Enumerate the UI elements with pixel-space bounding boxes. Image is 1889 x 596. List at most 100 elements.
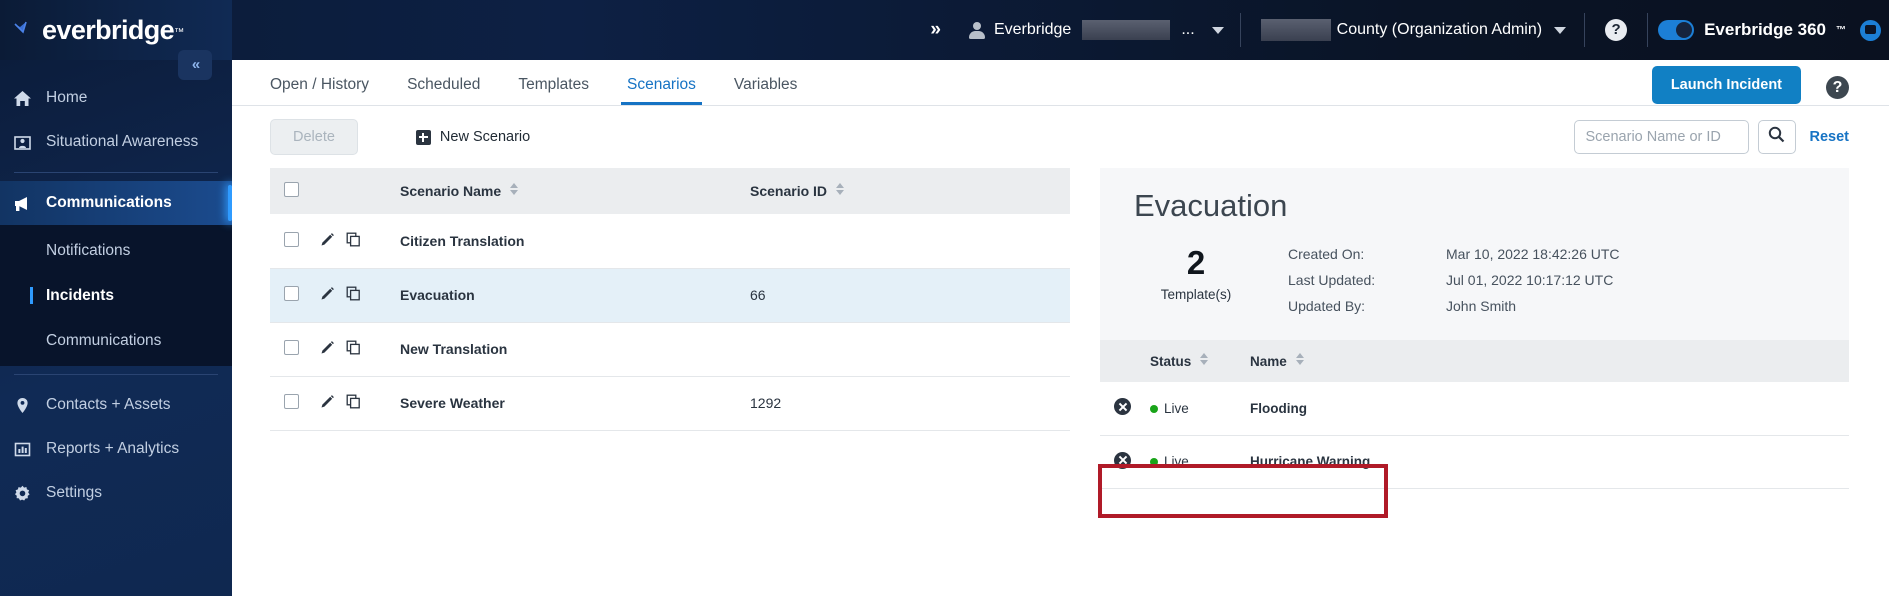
sort-arrows-icon[interactable] [1295,352,1304,365]
duplicate-copy-icon[interactable] [346,232,361,250]
new-scenario-label: New Scenario [439,129,531,145]
logo-trademark: ™ [174,26,185,38]
table-row[interactable]: Evacuation 66 [270,268,1070,323]
launch-incident-button[interactable]: Launch Incident [1651,66,1801,104]
scenario-name-cell: Evacuation [400,268,750,323]
meta-value-updated-by: John Smith [1446,298,1517,314]
scenario-name-header-label: Scenario Name [400,183,502,199]
row-actions-cell [320,214,400,269]
edit-pencil-icon[interactable] [320,340,335,358]
row-actions-cell [320,376,400,431]
sidebar-item-notifications[interactable]: Notifications [0,228,232,273]
duplicate-copy-icon[interactable] [346,340,361,358]
row-actions-cell [320,322,400,377]
tab-bar: Open / History Scheduled Templates Scena… [232,60,1889,106]
status-cell: Live [1150,435,1250,489]
reset-link[interactable]: Reset [1810,129,1850,145]
tab-scheduled[interactable]: Scheduled [407,76,480,105]
remove-cell [1100,382,1150,436]
row-checkbox[interactable] [284,340,299,355]
sort-arrows-icon[interactable] [510,183,519,195]
edit-pencil-icon[interactable] [320,286,335,304]
row-select-cell [270,214,320,269]
scenario-id-header-label: Scenario ID [750,183,828,199]
table-row[interactable]: Citizen Translation [270,214,1070,269]
scenario-detail-panel: Evacuation 2 Template(s) Created On: Mar… [1100,168,1849,489]
edit-pencil-icon[interactable] [320,232,335,250]
scenario-id-header[interactable]: Scenario ID [750,168,1070,214]
table-row[interactable]: Live Hurricane Warning [1100,435,1849,489]
row-checkbox[interactable] [284,394,299,409]
sidebar: « Home Situational Awareness Communicati… [0,50,232,596]
sidebar-item-contacts-assets[interactable]: Contacts + Assets [0,383,232,427]
scenario-id-cell: 66 [750,268,1070,323]
everbridge-360-toggle[interactable] [1658,20,1695,40]
chevron-down-icon [1211,26,1224,34]
toolbar: Delete New Scenario Reset [232,106,1889,168]
help-icon[interactable]: ? [1826,76,1849,99]
sidebar-divider-1 [14,172,218,173]
sidebar-item-label: Reports + Analytics [46,440,180,457]
edit-pencil-icon[interactable] [320,394,335,412]
sidebar-item-reports-analytics[interactable]: Reports + Analytics [0,427,232,471]
home-icon [13,89,32,108]
sidebar-item-label: Settings [46,484,103,501]
duplicate-copy-icon[interactable] [346,286,361,304]
template-name-cell: Hurricane Warning [1250,435,1849,489]
table-row[interactable]: New Translation [270,322,1070,377]
sidebar-item-incidents[interactable]: Incidents [0,273,232,318]
user-menu[interactable]: Everbridge ... [953,0,1240,60]
duplicate-copy-icon[interactable] [346,394,361,412]
meta-key-created-on: Created On: [1288,246,1365,262]
chevron-down-icon [1554,26,1567,34]
organization-label: County (Organization Admin) [1336,21,1543,38]
sidebar-item-situational-awareness[interactable]: Situational Awareness [0,120,232,164]
remove-header [1100,340,1150,382]
tab-open-history[interactable]: Open / History [270,76,369,105]
table-header-row: Status Name [1100,340,1849,382]
tab-scenarios[interactable]: Scenarios [620,76,702,105]
table-row[interactable]: Live Flooding [1100,382,1849,436]
scenario-name-cell: Severe Weather [400,376,750,431]
sidebar-item-communications-sub[interactable]: Communications [0,318,232,363]
top-bar: everbridge ™ » Everbridge ... County (Or… [0,0,1889,60]
sidebar-collapse-button[interactable]: « [178,50,212,80]
search-button[interactable] [1757,120,1796,154]
remove-close-icon[interactable] [1114,398,1131,416]
sidebar-item-settings[interactable]: Settings [0,471,232,515]
gear-icon [13,484,32,503]
status-cell: Live [1150,382,1250,436]
tab-templates[interactable]: Templates [518,76,589,105]
content-split: Scenario Name Scenario ID Citizen Transl… [232,168,1889,489]
everbridge-360-label: Everbridge 360 [1704,20,1826,39]
scenario-name-cell: Citizen Translation [400,214,750,269]
page-title: Evacuation [1134,188,1288,223]
row-checkbox[interactable] [284,286,299,301]
scenario-name-header[interactable]: Scenario Name [400,168,750,214]
chat-bubble-icon[interactable] [1860,19,1881,41]
logo-text: everbridge [42,14,175,45]
help-icon[interactable]: ? [1605,19,1628,41]
delete-button[interactable]: Delete [270,119,358,155]
scenario-id-cell: 1292 [750,376,1070,431]
tab-variables[interactable]: Variables [734,76,797,105]
select-all-checkbox[interactable] [284,182,299,197]
row-checkbox[interactable] [284,231,299,247]
name-header[interactable]: Name [1250,340,1849,382]
sidebar-item-communications[interactable]: Communications [0,181,232,225]
table-row[interactable]: Severe Weather 1292 [270,376,1070,431]
detail-summary: 2 Template(s) Created On: Mar 10, 2022 1… [1134,246,1815,315]
organization-menu[interactable]: County (Organization Admin) [1241,0,1584,60]
new-scenario-button[interactable]: New Scenario [415,129,531,145]
sidebar-item-home[interactable]: Home [0,76,232,120]
scenario-id-cell [750,322,1070,377]
search-input[interactable] [1573,120,1749,154]
sort-arrows-icon[interactable] [1200,352,1209,365]
sort-arrows-icon[interactable] [835,183,844,195]
remove-close-icon[interactable] [1114,451,1131,469]
redacted-user-name [1082,20,1171,40]
status-header-label: Status [1150,353,1192,369]
user-name-label: Everbridge [993,21,1072,38]
expand-menu-chevrons-icon[interactable]: » [916,19,953,41]
status-header[interactable]: Status [1150,340,1250,382]
